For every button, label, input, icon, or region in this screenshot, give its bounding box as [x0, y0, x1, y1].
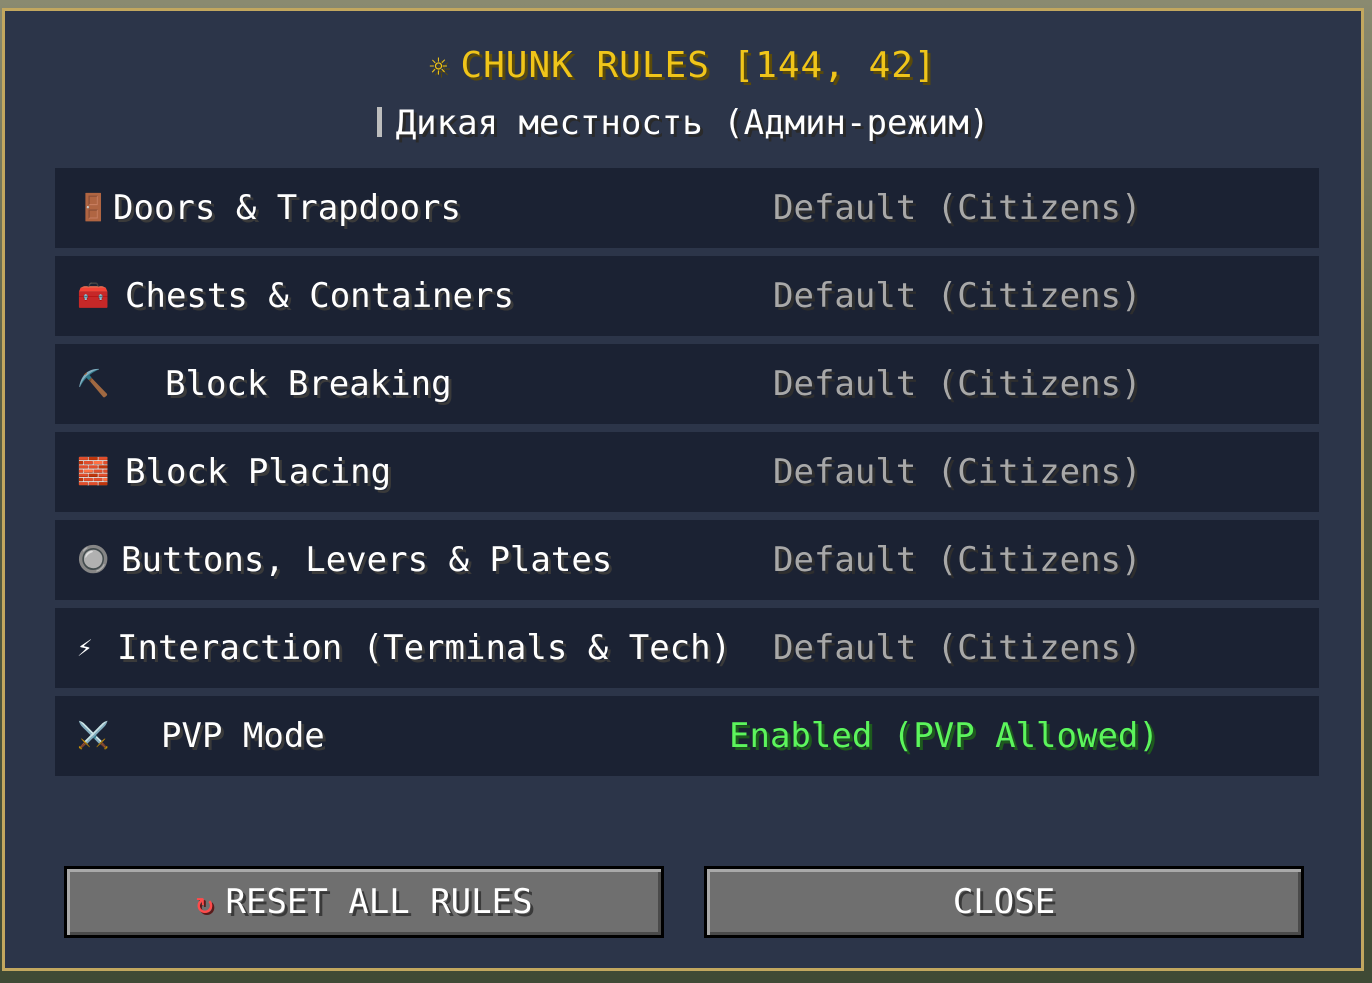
rule-value[interactable]: Default (Citizens)	[773, 520, 1141, 600]
reset-icon: ↻	[195, 886, 214, 921]
brick-icon: 🧱	[77, 457, 110, 487]
rule-row-buttons-levers[interactable]: 🔘 Buttons, Levers & Plates Default (Citi…	[55, 520, 1319, 600]
dialog-subtitle: Дикая местность (Админ-режим)	[5, 103, 1361, 143]
chest-icon: 🧰	[77, 281, 110, 311]
rule-label: PVP Mode	[161, 716, 325, 756]
rule-label: Interaction (Terminals & Tech)	[117, 628, 732, 668]
rule-value[interactable]: Default (Citizens)	[773, 344, 1141, 424]
door-icon: 🚪	[77, 193, 110, 223]
rules-list: 🚪 Doors & Trapdoors Default (Citizens) 🧰…	[55, 168, 1319, 784]
lightning-icon: ⚡	[77, 633, 93, 663]
rule-value[interactable]: Default (Citizens)	[773, 256, 1141, 336]
rule-row-pvp[interactable]: ⚔️ PVP Mode Enabled (PVP Allowed)	[55, 696, 1319, 776]
rule-label: Block Placing	[125, 452, 392, 492]
reset-button-label: RESET ALL RULES	[225, 882, 533, 922]
rule-value-enabled[interactable]: Enabled (PVP Allowed)	[729, 696, 1159, 776]
pickaxe-icon: ⛏️	[77, 369, 110, 399]
close-button[interactable]: CLOSE	[704, 866, 1304, 938]
rule-row-block-placing[interactable]: 🧱 Block Placing Default (Citizens)	[55, 432, 1319, 512]
rule-label: Doors & Trapdoors	[113, 188, 461, 228]
sun-icon: ☼	[429, 50, 449, 85]
rule-row-doors[interactable]: 🚪 Doors & Trapdoors Default (Citizens)	[55, 168, 1319, 248]
dialog-title: ☼ CHUNK RULES [144, 42]	[5, 45, 1361, 86]
subtitle-text: Дикая местность (Админ-режим)	[395, 103, 990, 143]
rule-row-chests[interactable]: 🧰 Chests & Containers Default (Citizens)	[55, 256, 1319, 336]
rule-label: Block Breaking	[165, 364, 452, 404]
chunk-rules-dialog: ☼ CHUNK RULES [144, 42] Дикая местность (…	[2, 8, 1364, 971]
rule-value[interactable]: Default (Citizens)	[773, 432, 1141, 512]
reset-all-rules-button[interactable]: ↻ RESET ALL RULES	[64, 866, 664, 938]
crossed-swords-icon: ⚔️	[77, 721, 110, 751]
subtitle-bar-icon	[376, 107, 382, 137]
rule-row-interaction[interactable]: ⚡ Interaction (Terminals & Tech) Default…	[55, 608, 1319, 688]
rule-value[interactable]: Default (Citizens)	[773, 168, 1141, 248]
radio-button-icon: 🔘	[77, 545, 110, 575]
rule-row-block-breaking[interactable]: ⛏️ Block Breaking Default (Citizens)	[55, 344, 1319, 424]
rule-label: Buttons, Levers & Plates	[121, 540, 613, 580]
rule-label: Chests & Containers	[125, 276, 514, 316]
dialog-title-text: CHUNK RULES [144, 42]	[460, 45, 937, 86]
close-button-label: CLOSE	[952, 882, 1056, 922]
rule-value[interactable]: Default (Citizens)	[773, 608, 1141, 688]
